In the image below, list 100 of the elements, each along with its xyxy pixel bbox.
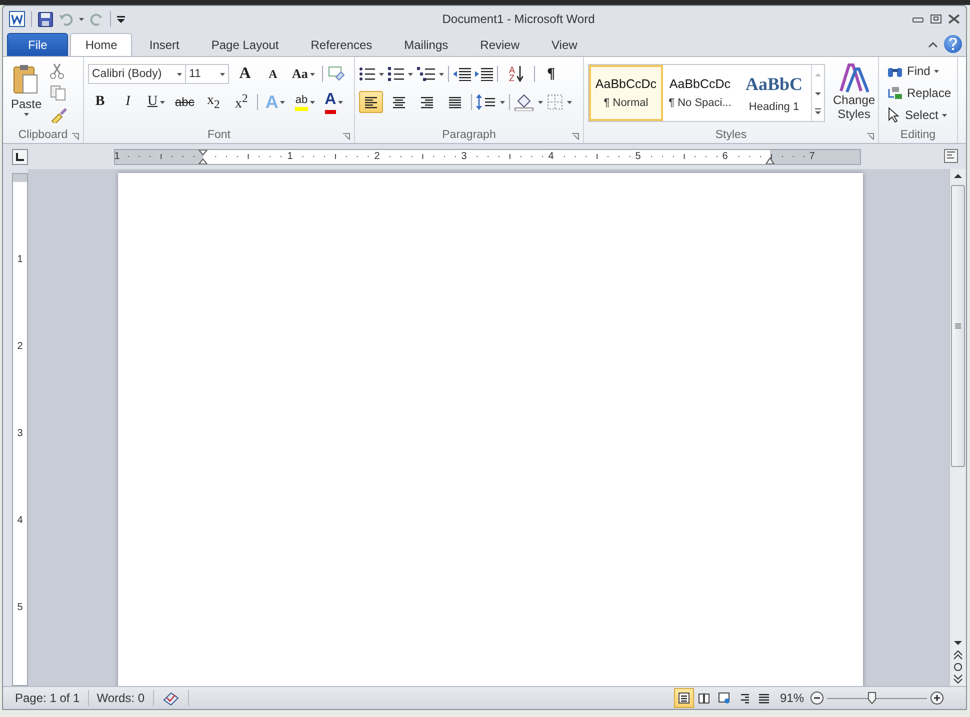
right-indent-marker-icon[interactable] [765,157,775,164]
zoom-level[interactable]: 91% [774,691,810,705]
ribbon-tab[interactable]: References [296,33,388,56]
next-page-icon[interactable] [953,674,963,686]
caret-icon[interactable] [567,100,572,104]
page-count[interactable]: Page: 1 of 1 [7,690,89,706]
launcher-icon[interactable] [72,133,79,140]
paste-button[interactable]: Paste [7,61,46,127]
caret-icon[interactable] [379,72,384,76]
caret-icon[interactable] [942,114,948,116]
view-ruler-icon[interactable] [944,149,958,166]
sub-button[interactable]: x$_{2}$ [201,91,226,113]
caret-icon[interactable] [79,18,84,20]
replace-button[interactable]: Replace [887,83,953,103]
sort-button[interactable]: A Z [502,63,530,85]
zoom-in-icon[interactable] [930,691,944,705]
ribbon-tab[interactable]: Mailings [389,33,464,56]
bold-button[interactable]: B [88,91,112,113]
scrollbar-thumb[interactable] [951,185,965,467]
app-icon[interactable] [9,11,25,27]
grow-font-button[interactable]: A [233,63,257,85]
shrink-font-button[interactable]: A [261,63,285,85]
shading-icon[interactable] [514,93,534,111]
caret-icon[interactable] [439,72,444,76]
proofing-icon[interactable] [162,690,180,706]
brush-icon[interactable] [50,107,68,123]
font-family-field[interactable]: Calibri (Body) [88,64,186,84]
save-icon[interactable] [38,12,53,26]
caret-icon[interactable] [220,72,225,76]
indent-marker-icon[interactable] [198,150,208,164]
change-styles-icon[interactable] [839,63,870,93]
tab-selector-icon[interactable] [12,148,28,164]
caret-icon[interactable] [934,70,940,72]
customize-icon[interactable] [117,15,125,23]
show-marks-button[interactable]: ¶ [539,63,563,85]
ribbon-tab[interactable]: Page Layout [196,33,294,56]
launcher-icon[interactable] [343,133,350,140]
restore-icon[interactable] [930,14,942,24]
ribbon-tab[interactable]: Insert [134,33,194,56]
print-view-icon[interactable] [678,692,690,704]
close-icon[interactable] [948,14,960,24]
previous-page-icon[interactable] [953,650,963,660]
multilevel-list-icon[interactable] [417,67,435,81]
print-view-button[interactable] [674,688,694,708]
align-justify-icon[interactable] [447,94,463,110]
font-size-field[interactable]: 11 [185,64,229,84]
fontcolor-button[interactable]: A [322,91,346,113]
change-styles-button[interactable]: Change Styles [829,61,880,127]
align-left-icon[interactable] [363,94,379,110]
down-arrow-icon[interactable] [517,66,523,82]
copy-icon[interactable] [50,85,66,101]
underline-button[interactable]: U [144,91,168,113]
cut-icon[interactable] [50,63,64,79]
align-left-button[interactable] [359,91,383,113]
caret-icon[interactable] [338,100,344,104]
caret-icon[interactable] [500,100,505,104]
clipboard-icon[interactable] [12,63,40,95]
zoom-out-icon[interactable] [810,691,824,705]
launcher-icon[interactable] [572,133,579,140]
caret-icon[interactable] [160,100,165,104]
caret-icon[interactable] [310,72,315,76]
increase-indent-icon[interactable] [475,67,493,81]
caret-icon[interactable] [310,100,315,104]
replace-icon[interactable] [887,86,903,100]
cursor-icon[interactable] [887,107,901,123]
ribbon-tab[interactable]: Home [70,33,132,56]
word-count[interactable]: Words: 0 [88,690,154,706]
style-item[interactable]: AaBbCcDc ¶ Normal [589,65,663,121]
align-center-icon[interactable] [391,94,407,110]
web-view-icon[interactable] [718,692,730,704]
ribbon-tab[interactable]: View [536,33,592,56]
style-item[interactable]: AaBbCcDc ¶ No Spaci... [663,65,737,121]
numbering-icon[interactable] [388,67,404,81]
launcher-icon[interactable] [867,133,874,140]
collapse-ribbon-icon[interactable] [928,40,938,48]
caret-icon[interactable] [177,72,182,76]
file-tab[interactable]: File [7,33,68,56]
italic-button[interactable]: I [116,91,140,113]
select-button[interactable]: Select [887,105,953,125]
reading-view-icon[interactable] [698,692,710,704]
scroll-up-icon[interactable] [953,171,963,181]
case-font-button[interactable]: Aa [289,63,318,85]
decrease-indent-icon[interactable] [453,67,471,81]
caret-icon[interactable] [538,100,543,104]
caret-icon[interactable] [408,72,413,76]
find-button[interactable]: Find [887,61,953,81]
highlight-button[interactable]: ab [292,91,318,113]
sup-button[interactable]: x$^{2}$ [229,91,254,113]
align-right-icon[interactable] [419,94,435,110]
caret-icon[interactable] [24,113,29,116]
clear-formatting-icon[interactable] [326,65,345,83]
browse-object-icon[interactable] [953,662,963,672]
strike-button[interactable]: abc [172,91,198,113]
scroll-down-icon[interactable] [953,638,963,648]
caret-icon[interactable] [280,100,286,104]
ribbon-tab[interactable]: Review [465,33,535,56]
style-item[interactable]: AaBbC Heading 1 [737,65,811,121]
bullets-icon[interactable] [359,67,375,81]
help-icon[interactable] [944,35,962,53]
draft-view-icon[interactable] [758,692,770,704]
